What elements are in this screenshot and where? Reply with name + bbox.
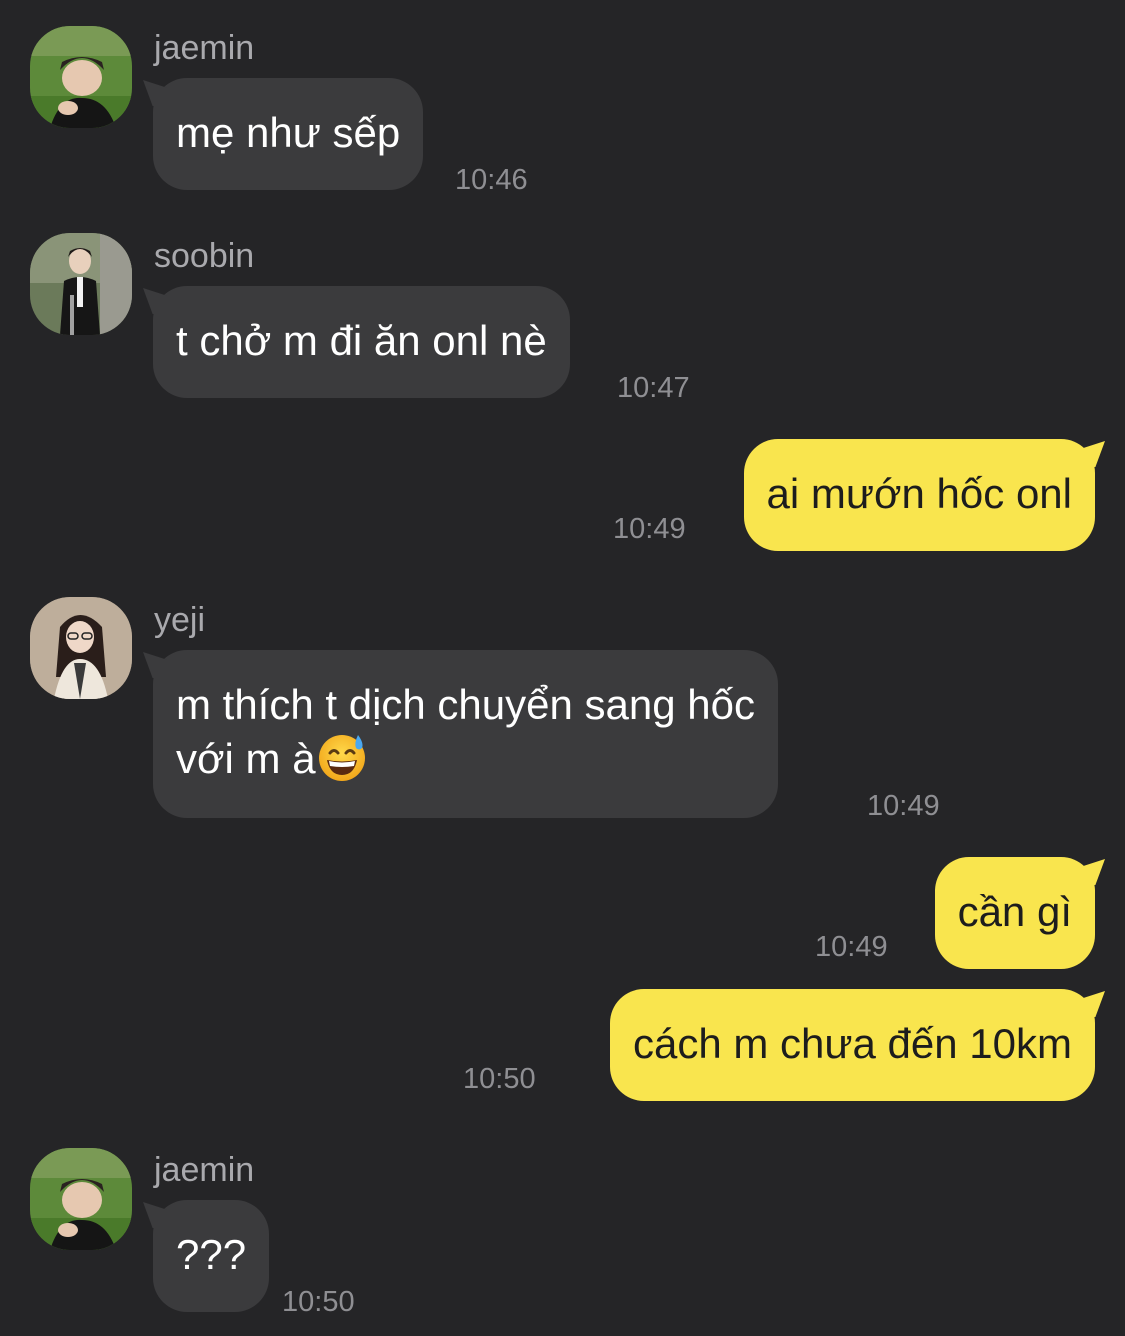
sender-name: jaemin: [154, 1151, 255, 1189]
message-timestamp: 10:49: [867, 790, 940, 822]
sender-name: jaemin: [154, 29, 255, 67]
message-timestamp: 10:50: [463, 1063, 536, 1095]
sender-name: soobin: [154, 237, 255, 275]
outgoing-message-bubble[interactable]: cần gì: [934, 857, 1095, 969]
message-text: với m à: [176, 735, 316, 782]
avatar-photo-jaemin-icon[interactable]: [30, 1148, 132, 1250]
chat-message-list[interactable]: jaemin mẹ như sếp 10:46 soobin t chở m đ…: [0, 0, 1125, 1336]
incoming-message-bubble[interactable]: t chở m đi ăn onl nè: [153, 286, 570, 398]
message-timestamp: 10:47: [617, 372, 690, 404]
incoming-message-bubble[interactable]: m thích t dịch chuyển sang hốc với m à: [153, 650, 778, 818]
outgoing-message-bubble[interactable]: cách m chưa đến 10km: [610, 989, 1095, 1101]
message-text-line: với m à: [176, 731, 755, 785]
avatar-photo-yeji-icon[interactable]: [30, 597, 132, 699]
message-text-line: m thích t dịch chuyển sang hốc: [176, 681, 755, 728]
message-timestamp: 10:49: [613, 513, 686, 545]
message-timestamp: 10:46: [455, 164, 528, 196]
avatar-photo-jaemin-icon[interactable]: [30, 26, 132, 128]
grinning-face-with-sweat-icon: [318, 735, 365, 781]
avatar-photo-soobin-icon[interactable]: [30, 233, 132, 335]
message-timestamp: 10:50: [282, 1286, 355, 1318]
message-timestamp: 10:49: [815, 931, 888, 963]
incoming-message-bubble[interactable]: ???: [153, 1200, 270, 1312]
outgoing-message-bubble[interactable]: ai mướn hốc onl: [743, 439, 1095, 551]
sender-name: yeji: [154, 601, 206, 639]
incoming-message-bubble[interactable]: mẹ như sếp: [153, 78, 424, 190]
